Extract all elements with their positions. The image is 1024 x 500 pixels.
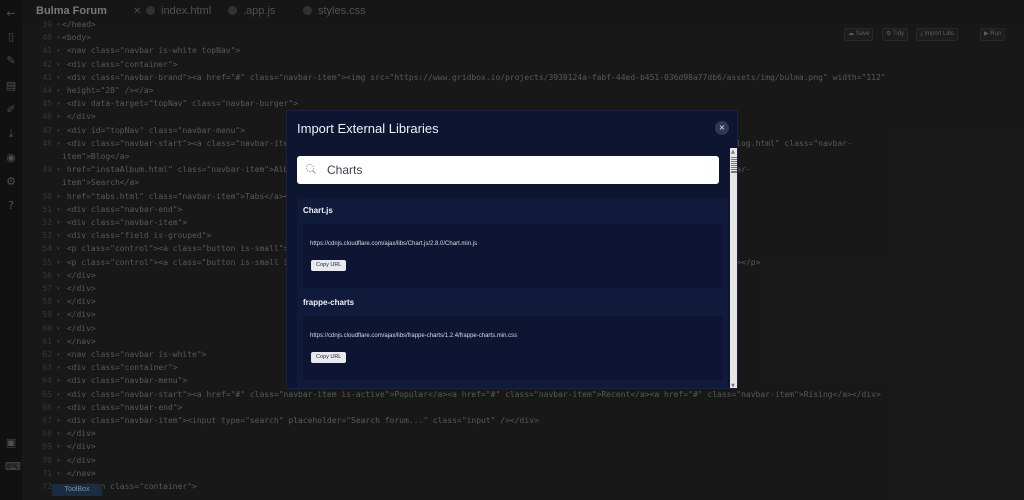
- search-icon: [305, 163, 316, 174]
- library-name: frappe-charts: [303, 298, 355, 307]
- library-name: Chart.js: [303, 206, 333, 215]
- library-result: Chart.js https://cdnjs.cloudflare.com/aj…: [297, 199, 728, 291]
- library-card: https://cdnjs.cloudflare.com/ajax/libs/f…: [303, 316, 722, 380]
- library-search-input[interactable]: Charts: [297, 156, 719, 184]
- close-button[interactable]: ×: [715, 121, 729, 135]
- copy-url-button[interactable]: Copy URL: [311, 352, 347, 363]
- library-result: frappe-charts https://cdnjs.cloudflare.c…: [297, 291, 728, 388]
- search-value: Charts: [327, 163, 363, 177]
- library-url: https://cdnjs.cloudflare.com/ajax/libs/f…: [310, 333, 518, 339]
- library-url: https://cdnjs.cloudflare.com/ajax/libs/C…: [310, 241, 478, 247]
- modal-scrollbar[interactable]: ▲ ▼: [730, 148, 737, 388]
- import-libraries-modal: Import External Libraries × Charts Chart…: [286, 110, 738, 389]
- scroll-up-icon[interactable]: ▲: [731, 149, 735, 155]
- copy-url-button[interactable]: Copy URL: [311, 260, 347, 271]
- library-card: https://cdnjs.cloudflare.com/ajax/libs/C…: [303, 224, 722, 288]
- modal-title: Import External Libraries: [297, 121, 439, 136]
- scroll-down-icon[interactable]: ▼: [731, 383, 735, 388]
- scrollbar-thumb[interactable]: [731, 157, 737, 173]
